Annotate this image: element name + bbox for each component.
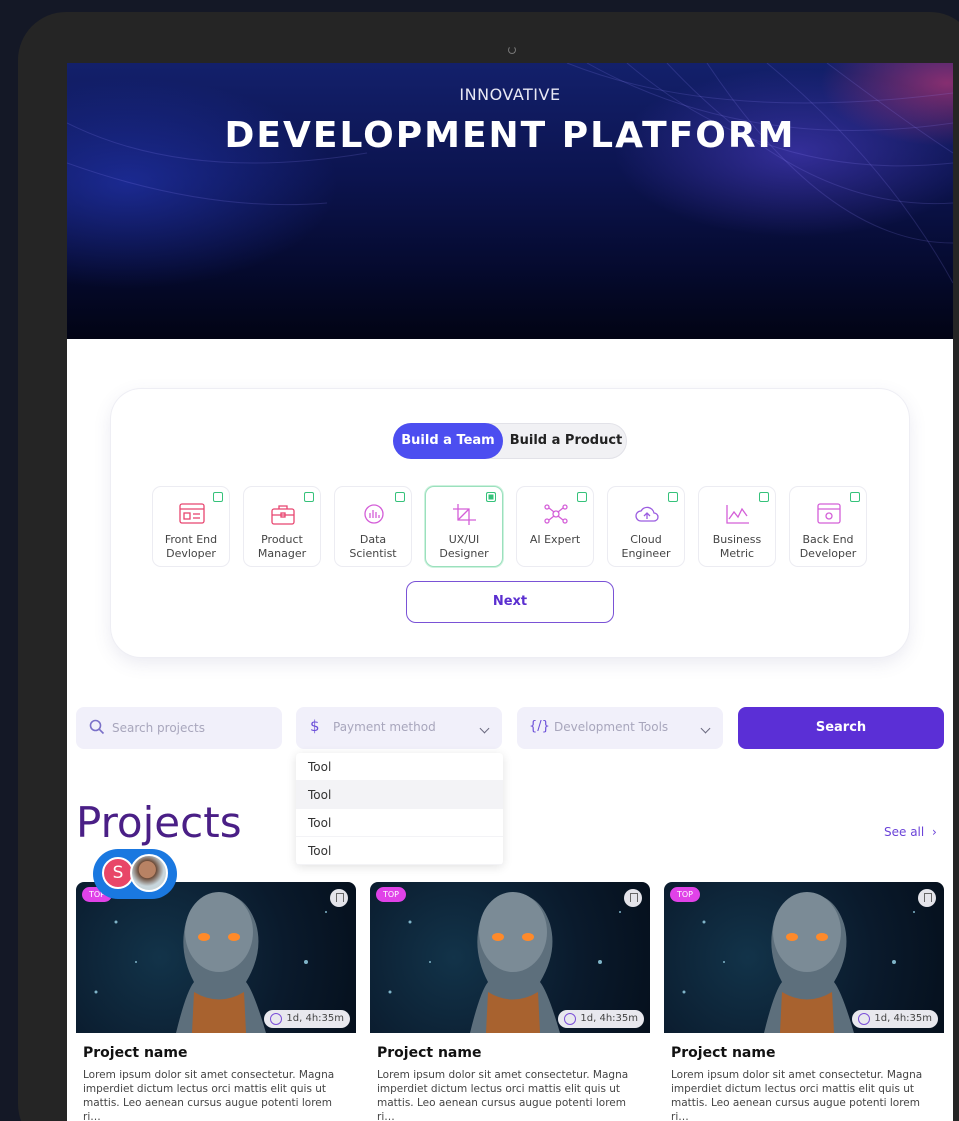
role-ai-expert[interactable]: AI Expert (516, 486, 594, 567)
project-description: Lorem ipsum dolor sit amet consectetur. … (377, 1069, 629, 1121)
role-label: UX/UI Designer (439, 533, 489, 560)
hero-lines-decoration (67, 63, 953, 284)
project-name: Project name (377, 1045, 482, 1061)
development-tools-label: Development Tools (554, 720, 669, 734)
tab-build-a-team[interactable]: Build a Team (393, 423, 503, 459)
menu-item-tool[interactable]: Tool (296, 781, 503, 809)
development-tools-dropdown[interactable]: {/} Development Tools (517, 707, 723, 749)
code-icon: {/} (529, 719, 550, 734)
see-all-link[interactable]: See all › (884, 825, 937, 839)
role-label: Product Manager (257, 533, 307, 560)
role-checkbox[interactable] (759, 492, 769, 502)
top-badge: TOP (670, 887, 700, 902)
design-crop-icon (453, 504, 476, 525)
countdown-timer: 1d, 4h:35m (264, 1010, 350, 1028)
frontend-icon (179, 503, 205, 524)
menu-item-tool[interactable]: Tool (296, 837, 503, 865)
project-image: TOP 1d, 4h:35m (76, 882, 356, 1033)
top-badge: TOP (376, 887, 406, 902)
project-card[interactable]: TOP 1d, 4h:35m Project name Lorem ipsum … (664, 882, 944, 1121)
role-business-metric[interactable]: Business Metric (698, 486, 776, 567)
role-checkbox[interactable] (668, 492, 678, 502)
project-image: TOP 1d, 4h:35m (370, 882, 650, 1033)
hero-banner: INNOVATIVE DEVELOPMENT PLATFORM (67, 63, 953, 339)
role-checkbox[interactable] (577, 492, 587, 502)
countdown-timer: 1d, 4h:35m (852, 1010, 938, 1028)
role-label: Front End Devloper (164, 533, 218, 560)
briefcase-icon (271, 505, 295, 525)
role-label: Business Metric (712, 533, 762, 560)
role-checkbox-checked[interactable] (486, 492, 496, 502)
payment-method-dropdown[interactable]: $ Payment method (296, 707, 502, 749)
project-card[interactable]: TOP 1d, 4h:35m Project name Lorem ipsum … (370, 882, 650, 1121)
data-chart-icon (364, 504, 384, 524)
role-label: Data Scientist (349, 533, 397, 560)
role-back-end-developer[interactable]: Back End Developer (789, 486, 867, 567)
camera-icon (508, 46, 516, 54)
project-image: TOP 1d, 4h:35m (664, 882, 944, 1033)
payment-method-label: Payment method (333, 720, 436, 734)
next-button[interactable]: Next (406, 581, 614, 623)
build-mode-toggle: Build a Team Build a Product (393, 423, 627, 459)
hero-title: DEVELOPMENT PLATFORM (224, 115, 796, 156)
bookmark-icon[interactable] (624, 889, 642, 907)
team-builder-card: Build a Team Build a Product Front End D… (111, 389, 909, 657)
collaborator-avatars[interactable]: S (93, 849, 177, 899)
projects-heading: Projects (76, 798, 242, 847)
role-product-manager[interactable]: Product Manager (243, 486, 321, 567)
bookmark-icon[interactable] (918, 889, 936, 907)
see-all-label: See all (884, 825, 925, 839)
line-graph-icon (726, 505, 749, 524)
network-nodes-icon (544, 504, 568, 524)
search-field (76, 707, 282, 749)
project-card[interactable]: TOP 1d, 4h:35m Project name Lorem ipsum … (76, 882, 356, 1121)
role-cloud-engineer[interactable]: Cloud Engineer (607, 486, 685, 567)
role-checkbox[interactable] (213, 492, 223, 502)
role-label: Back End Developer (799, 533, 857, 560)
role-label: Cloud Engineer (621, 533, 671, 560)
chevron-down-icon (700, 723, 711, 734)
project-name: Project name (671, 1045, 776, 1061)
role-ux-ui-designer[interactable]: UX/UI Designer (425, 486, 503, 567)
search-icon (89, 719, 105, 735)
role-checkbox[interactable] (395, 492, 405, 502)
project-description: Lorem ipsum dolor sit amet consectetur. … (83, 1069, 335, 1121)
role-data-scientist[interactable]: Data Scientist (334, 486, 412, 567)
server-window-icon (817, 503, 841, 524)
role-checkbox[interactable] (304, 492, 314, 502)
bookmark-icon[interactable] (330, 889, 348, 907)
avatar (130, 854, 168, 892)
role-label: AI Expert (529, 533, 581, 546)
role-checkbox[interactable] (850, 492, 860, 502)
hero-kicker: INNOVATIVE (459, 85, 561, 104)
menu-item-tool[interactable]: Tool (296, 809, 503, 837)
project-name: Project name (83, 1045, 188, 1061)
chevron-down-icon (479, 723, 490, 734)
menu-item-tool[interactable]: Tool (296, 753, 503, 781)
chevron-right-icon: › (932, 825, 937, 839)
app-screen: INNOVATIVE DEVELOPMENT PLATFORM Build a … (67, 63, 953, 1121)
cloud-upload-icon (635, 506, 659, 522)
dollar-icon: $ (310, 717, 320, 735)
countdown-timer: 1d, 4h:35m (558, 1010, 644, 1028)
tab-build-a-product[interactable]: Build a Product (504, 423, 628, 459)
project-description: Lorem ipsum dolor sit amet consectetur. … (671, 1069, 923, 1121)
search-button[interactable]: Search (738, 707, 944, 749)
role-front-end-developer[interactable]: Front End Devloper (152, 486, 230, 567)
search-input[interactable] (112, 707, 272, 749)
payment-method-menu: Tool Tool Tool Tool (296, 753, 503, 865)
